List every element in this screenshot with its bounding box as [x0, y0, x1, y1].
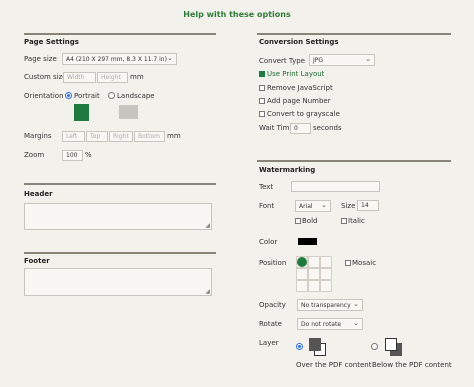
font-select[interactable]: Arial ⌄ — [295, 200, 331, 212]
zoom-unit: % — [85, 151, 92, 159]
color-label: Color — [259, 238, 278, 246]
position-cell[interactable] — [296, 280, 308, 292]
position-cell[interactable] — [320, 256, 332, 268]
page-size-label: Page size — [24, 55, 57, 63]
wait-time-input[interactable]: 0 — [290, 123, 311, 134]
portrait-page-icon[interactable] — [74, 104, 89, 121]
resize-grip-icon[interactable]: ◢ — [205, 288, 210, 295]
orientation-label: Orientation — [24, 92, 64, 100]
rotate-label: Rotate — [259, 320, 282, 328]
size-label: Size — [341, 202, 356, 210]
use-print-layout-checkbox[interactable] — [259, 71, 265, 77]
layer-over-label: Over the PDF content — [296, 361, 372, 369]
wait-time-label: Wait Time — [259, 124, 294, 132]
watermark-text-label: Text — [259, 183, 274, 191]
zoom-input[interactable]: 100 — [62, 150, 83, 161]
bold-label: Bold — [302, 217, 318, 225]
footer-title: Footer — [24, 257, 50, 265]
rotate-select[interactable]: Do not rotate ⌄ — [297, 318, 363, 330]
position-cell[interactable] — [308, 256, 320, 268]
position-cell[interactable] — [308, 268, 320, 280]
portrait-radio[interactable] — [65, 92, 72, 99]
color-swatch[interactable] — [298, 238, 317, 245]
layer-below-icon — [385, 338, 402, 356]
page-settings-rule — [24, 33, 216, 35]
landscape-radio[interactable] — [108, 92, 115, 99]
page-size-select[interactable]: A4 (210 X 297 mm, 8.3 X 11.7 in) ⌄ — [62, 53, 177, 65]
header-textarea[interactable]: ◢ — [24, 203, 212, 230]
mosaic-checkbox[interactable] — [345, 260, 351, 266]
portrait-label: Portrait — [74, 92, 100, 100]
footer-textarea[interactable]: ◢ — [24, 268, 212, 296]
page-size-value: A4 (210 X 297 mm, 8.3 X 11.7 in) — [66, 56, 167, 63]
layer-over-radio[interactable] — [296, 343, 303, 350]
custom-size-unit: mm — [130, 73, 144, 81]
font-label: Font — [259, 202, 275, 210]
watermark-text-input[interactable] — [291, 181, 380, 192]
watermarking-rule — [257, 160, 451, 162]
margin-top-input[interactable]: Top — [86, 131, 108, 142]
position-selected-icon — [297, 257, 307, 267]
conversion-rule — [257, 33, 451, 35]
custom-size-label: Custom size — [24, 73, 67, 81]
chevron-down-icon: ⌄ — [167, 54, 173, 62]
layer-over-icon — [309, 338, 326, 356]
footer-rule — [24, 252, 216, 254]
position-cell[interactable] — [320, 268, 332, 280]
chevron-down-icon: ⌄ — [353, 300, 359, 308]
italic-label: Italic — [348, 217, 365, 225]
use-print-layout-label[interactable]: Use Print Layout — [267, 70, 324, 78]
convert-grayscale-checkbox[interactable] — [259, 111, 265, 117]
position-cell[interactable] — [308, 280, 320, 292]
add-page-number-label: Add page Number — [267, 97, 331, 105]
landscape-label: Landscape — [117, 92, 155, 100]
size-input[interactable]: 14 — [357, 200, 379, 211]
help-link[interactable]: Help with these options — [0, 10, 474, 19]
header-title: Header — [24, 190, 53, 198]
custom-height-input[interactable]: Height — [97, 72, 128, 83]
page-settings-title: Page Settings — [24, 38, 79, 46]
custom-width-input[interactable]: Width — [63, 72, 96, 83]
conversion-title: Conversion Settings — [259, 38, 339, 46]
layer-label: Layer — [259, 339, 279, 347]
add-page-number-checkbox[interactable] — [259, 98, 265, 104]
convert-type-label: Convert Type — [259, 57, 305, 65]
opacity-select[interactable]: No transparency ⌄ — [297, 299, 363, 311]
watermarking-title: Watermarking — [259, 166, 316, 174]
margin-left-input[interactable]: Left — [62, 131, 85, 142]
font-value: Arial — [299, 203, 313, 210]
mosaic-label: Mosaic — [352, 259, 377, 267]
layer-below-radio[interactable] — [371, 343, 378, 350]
position-cell[interactable] — [296, 268, 308, 280]
position-cell[interactable] — [320, 280, 332, 292]
chevron-down-icon: ⌄ — [353, 319, 359, 327]
wait-time-unit: seconds — [313, 124, 342, 132]
position-label: Position — [259, 259, 287, 267]
resize-grip-icon[interactable]: ◢ — [205, 222, 210, 229]
chevron-down-icon: ⌄ — [365, 55, 371, 63]
header-rule — [24, 183, 216, 185]
opacity-value: No transparency — [301, 302, 351, 309]
remove-javascript-label: Remove JavaScript — [267, 84, 333, 92]
remove-javascript-checkbox[interactable] — [259, 85, 265, 91]
italic-checkbox[interactable] — [341, 218, 347, 224]
chevron-down-icon: ⌄ — [321, 201, 327, 209]
position-grid[interactable] — [296, 256, 332, 292]
layer-below-label: Below the PDF content — [372, 361, 452, 369]
convert-type-value: JPG — [313, 57, 324, 64]
convert-type-select[interactable]: JPG ⌄ — [309, 54, 375, 66]
zoom-label: Zoom — [24, 151, 45, 159]
convert-grayscale-label: Convert to grayscale — [267, 110, 340, 118]
bold-checkbox[interactable] — [295, 218, 301, 224]
opacity-label: Opacity — [259, 301, 286, 309]
landscape-page-icon[interactable] — [119, 105, 138, 119]
margin-bottom-input[interactable]: Bottom — [134, 131, 165, 142]
margin-right-input[interactable]: Right — [109, 131, 133, 142]
margins-unit: mm — [167, 132, 181, 140]
margins-label: Margins — [24, 132, 52, 140]
rotate-value: Do not rotate — [301, 321, 342, 328]
